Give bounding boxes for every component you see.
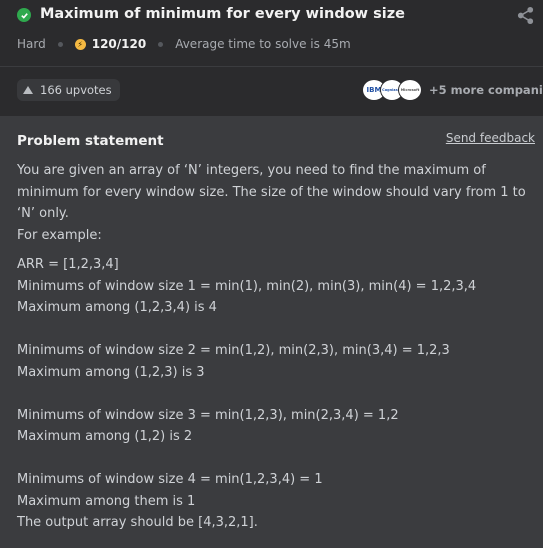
send-feedback-link[interactable]: Send feedback	[446, 131, 535, 145]
company-logo-microsoft: Microsoft	[398, 79, 422, 101]
statement-line: For example:	[17, 227, 102, 243]
statement-line: Minimums of window size 1 = min(1), min(…	[17, 278, 477, 294]
bolt-icon: ⚡	[74, 38, 86, 50]
statement-line: Maximum among them is 1	[17, 493, 196, 509]
more-companies-link[interactable]: +5 more companies	[429, 83, 543, 97]
statement-line: Maximum among (1,2,3,4) is 4	[17, 300, 217, 315]
statement-line: ‘N’ only.	[17, 206, 69, 221]
upvote-arrow-icon	[23, 86, 33, 94]
score-value: 120/120	[91, 37, 147, 51]
statement-line: Maximum among (1,2,3) is 3	[17, 364, 205, 380]
statement-line: Minimums of window size 3 = min(1,2,3), …	[17, 407, 399, 423]
statement-line: Minimums of window size 4 = min(1,2,3,4)…	[17, 472, 323, 487]
statement-line: The output array should be [4,3,2,1].	[17, 515, 258, 530]
statement-line: Maximum among (1,2) is 2	[17, 429, 193, 444]
check-circle-icon	[17, 8, 31, 22]
statement-line: ARR = [1,2,3,4]	[17, 257, 119, 272]
companies-list[interactable]: IBM Cognizant Microsoft +5 more companie…	[362, 79, 543, 101]
difficulty-label: Hard	[17, 37, 46, 51]
statement-line: Minimums of window size 2 = min(1,2), mi…	[17, 343, 450, 358]
share-icon[interactable]	[516, 6, 535, 25]
problem-meta: Hard ⚡ 120/120 Average time to solve is …	[17, 37, 351, 51]
problem-statement-heading: Problem statement	[17, 133, 164, 149]
problem-header: Maximum of minimum for every window size…	[0, 0, 543, 66]
problem-title: Maximum of minimum for every window size	[40, 6, 405, 22]
upvote-count: 166 upvotes	[40, 83, 112, 97]
separator-dot	[158, 41, 164, 47]
statement-line: minimum for every window size. The size …	[17, 184, 526, 200]
statement-line: You are given an array of ‘N’ integers, …	[17, 163, 486, 178]
problem-statement-body: You are given an array of ‘N’ integers, …	[17, 160, 537, 534]
avg-time: Average time to solve is 45m	[175, 37, 351, 51]
separator-dot	[57, 41, 63, 47]
upvote-button[interactable]: 166 upvotes	[17, 79, 120, 101]
header-divider	[0, 66, 543, 67]
problem-statement-panel: Problem statement Send feedback You are …	[0, 116, 543, 548]
